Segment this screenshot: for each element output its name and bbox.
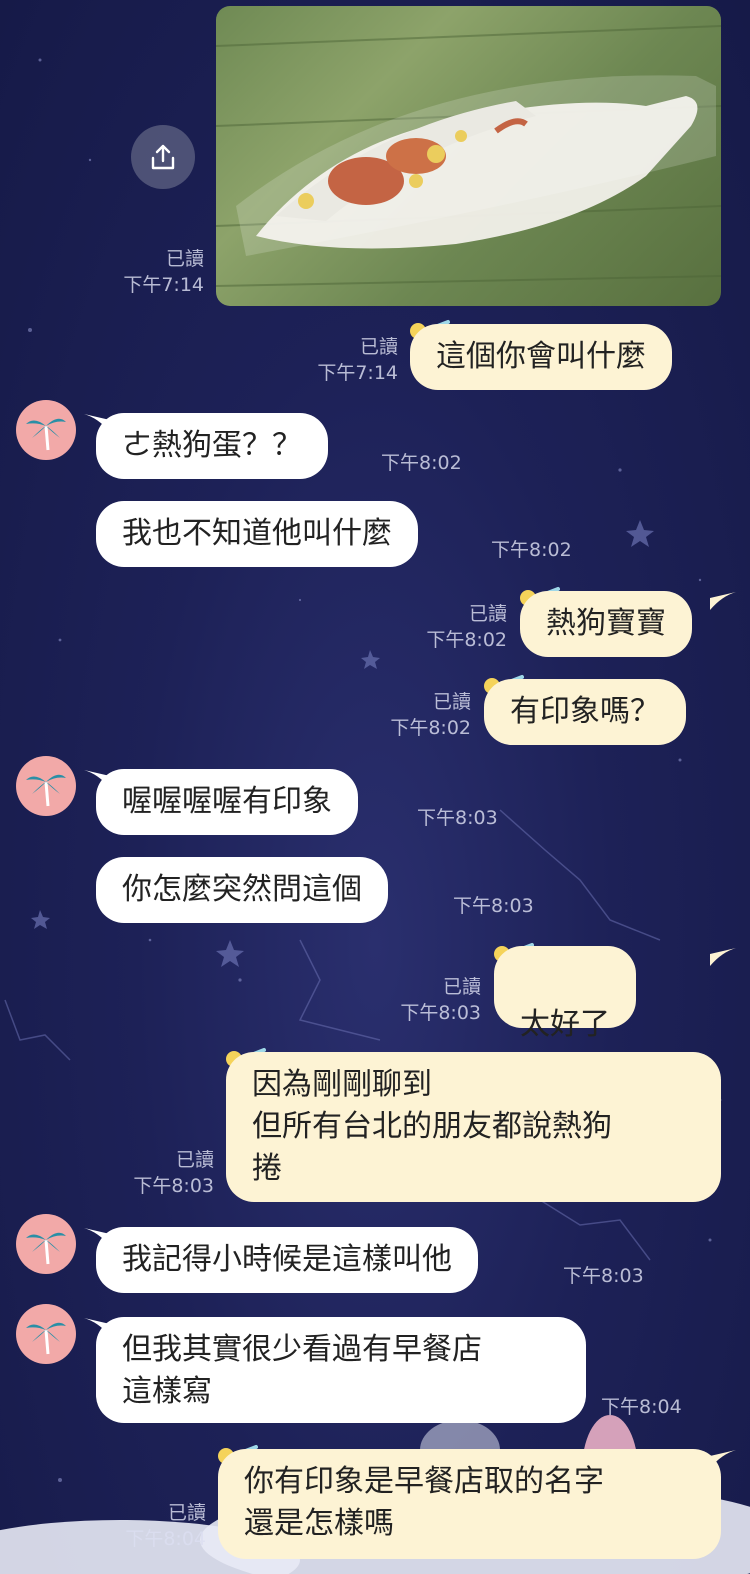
share-button[interactable]: [131, 125, 195, 189]
outgoing-message[interactable]: 有印象嗎？: [484, 679, 686, 745]
message-time: 下午8:04: [601, 1396, 682, 1418]
share-icon: [151, 144, 175, 170]
avatar[interactable]: [16, 1304, 76, 1364]
palm-tree-icon: [26, 774, 66, 807]
bubble-tail: [710, 948, 736, 966]
outgoing-message[interactable]: 熱狗寶寶: [520, 591, 692, 657]
message-meta: 已讀 下午8:02: [390, 689, 471, 741]
message-time: 下午8:02: [381, 452, 462, 474]
message-time: 下午8:02: [426, 629, 507, 651]
incoming-message[interactable]: 我記得小時候是這樣叫他: [96, 1227, 478, 1293]
outgoing-message[interactable]: 你有印象是早餐店取的名字 還是怎樣嗎: [218, 1449, 721, 1559]
read-receipt: 已讀: [432, 691, 471, 713]
read-receipt: 已讀: [442, 976, 481, 998]
incoming-message[interactable]: 但我其實很少看過有早餐店 這樣寫: [96, 1317, 586, 1423]
message-meta: 已讀 下午8:03: [133, 1147, 214, 1199]
read-receipt: 已讀: [167, 1502, 206, 1524]
message-meta: 已讀 下午8:03: [400, 974, 481, 1026]
message-time: 下午7:14: [123, 274, 204, 296]
message-time: 下午8:02: [390, 717, 471, 739]
message-meta: 已讀 下午8:04: [125, 1500, 206, 1552]
photo-message[interactable]: [216, 6, 721, 306]
avatar[interactable]: [16, 756, 76, 816]
read-receipt: 已讀: [468, 603, 507, 625]
message-meta: 已讀 下午7:14: [317, 334, 398, 386]
incoming-message[interactable]: 你怎麼突然問這個: [96, 857, 388, 923]
message-text: 太好了: [520, 1007, 610, 1042]
message-time: 下午8:03: [563, 1265, 644, 1287]
palm-tree-icon: [26, 1232, 66, 1265]
read-receipt: 已讀: [165, 248, 204, 270]
outgoing-message[interactable]: 這個你會叫什麼: [410, 324, 672, 390]
avatar[interactable]: [16, 1214, 76, 1274]
read-receipt: 已讀: [359, 336, 398, 358]
incoming-message[interactable]: ㄜ熱狗蛋？？: [96, 413, 328, 479]
message-meta: 已讀 下午8:02: [426, 601, 507, 653]
message-meta: 已讀 下午7:14: [123, 246, 204, 298]
message-time: 下午8:03: [400, 1002, 481, 1024]
incoming-message[interactable]: 喔喔喔喔有印象: [96, 769, 358, 835]
incoming-message[interactable]: 我也不知道他叫什麼: [96, 501, 418, 567]
message-time: 下午8:03: [417, 807, 498, 829]
message-time: 下午8:03: [133, 1175, 214, 1197]
bubble-tail: [710, 592, 736, 610]
chat-area[interactable]: 已讀 下午7:14 已讀 下午7:14 這個你會叫什麼 ㄜ熱狗蛋？？ 下午8:0…: [0, 0, 750, 1574]
outgoing-message[interactable]: 太好了: [494, 946, 636, 1103]
hotdog-bread-photo: [216, 25, 721, 287]
outgoing-message[interactable]: 因為剛剛聊到 但所有台北的朋友都說熱狗 捲: [226, 1052, 721, 1202]
message-time: 下午8:02: [491, 539, 572, 561]
read-receipt: 已讀: [175, 1149, 214, 1171]
palm-tree-icon: [26, 418, 66, 451]
message-time: 下午8:04: [125, 1528, 206, 1550]
palm-tree-icon: [26, 1322, 66, 1355]
avatar[interactable]: [16, 400, 76, 460]
message-time: 下午8:03: [453, 895, 534, 917]
message-time: 下午7:14: [317, 362, 398, 384]
